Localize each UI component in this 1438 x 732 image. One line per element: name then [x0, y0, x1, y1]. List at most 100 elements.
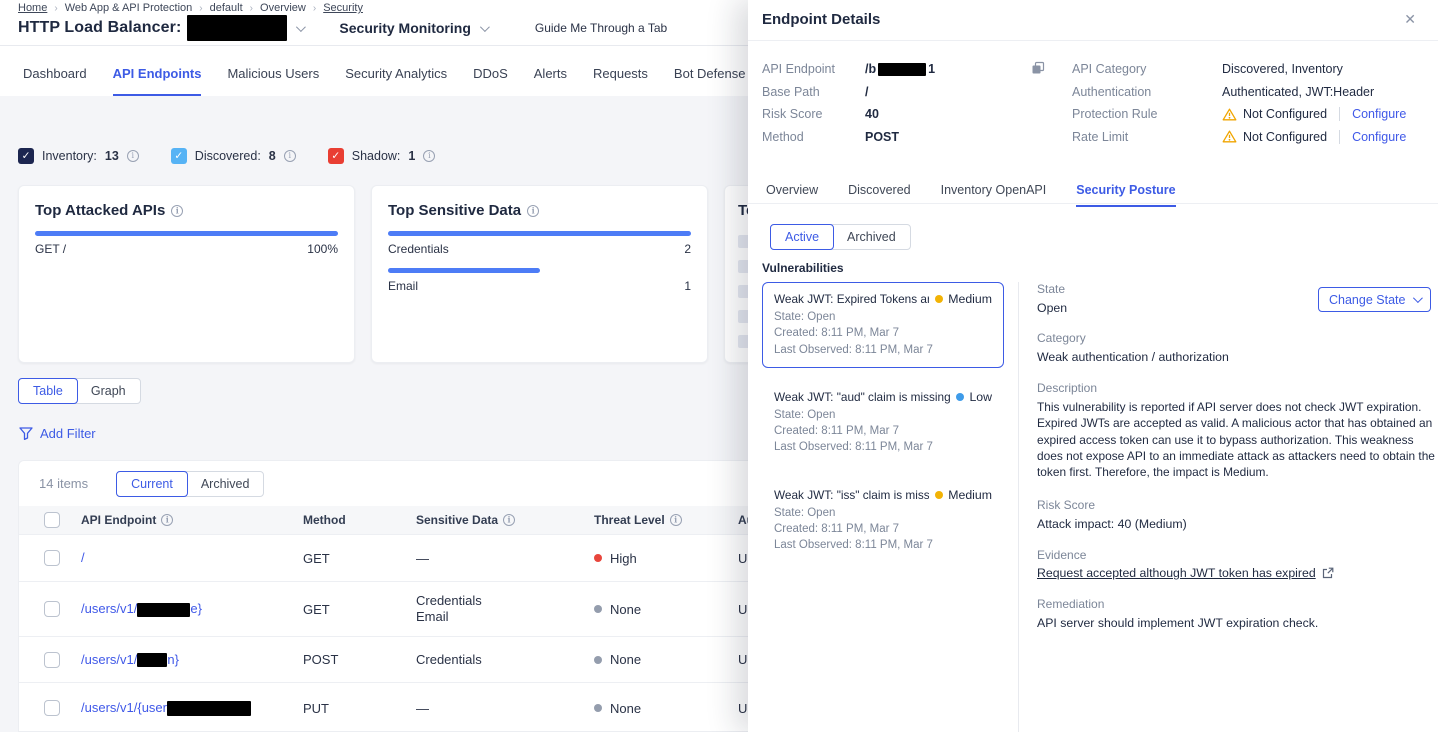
- tab-api-endpoints[interactable]: API Endpoints: [113, 66, 202, 96]
- items-count: 14 items: [39, 476, 88, 491]
- vulnerability-card[interactable]: Weak JWT: "aud" claim is missing ... Low…: [762, 380, 1004, 466]
- tab-malicious-users[interactable]: Malicious Users: [227, 66, 319, 96]
- bar-row: Email 1: [388, 268, 691, 293]
- breadcrumb-home[interactable]: Home: [18, 2, 47, 14]
- warning-icon: [1222, 130, 1237, 143]
- funnel-icon: [19, 427, 33, 440]
- row-checkbox[interactable]: [44, 601, 60, 617]
- info-icon[interactable]: [423, 150, 435, 162]
- configure-protection-rule-link[interactable]: Configure: [1352, 107, 1406, 121]
- info-icon[interactable]: [527, 205, 539, 217]
- endpoint-link[interactable]: /users/v1/e}: [81, 601, 202, 616]
- row-checkbox[interactable]: [44, 700, 60, 716]
- breadcrumb-overview[interactable]: Overview: [260, 2, 306, 14]
- severity-dot: [956, 393, 964, 401]
- configure-rate-limit-link[interactable]: Configure: [1352, 130, 1406, 144]
- change-state-button[interactable]: Change State: [1318, 287, 1431, 312]
- threat-label: High: [610, 551, 637, 566]
- threat-dot: [594, 656, 602, 664]
- tab-ddos[interactable]: DDoS: [473, 66, 508, 96]
- chevron-down-icon[interactable]: [296, 22, 306, 32]
- toggle-archived[interactable]: Archived: [187, 472, 264, 496]
- card-title: Top Sensitive Data: [388, 202, 521, 219]
- endpoint-link[interactable]: /users/v1/{user: [81, 700, 251, 715]
- toggle-archived[interactable]: Archived: [833, 225, 910, 249]
- method-label: Method: [762, 130, 865, 144]
- page-title: HTTP Load Balancer:: [18, 19, 181, 37]
- tab-dashboard[interactable]: Dashboard: [23, 66, 87, 96]
- vulnerability-last-observed: Last Observed: 8:11 PM, Mar 7: [774, 342, 992, 358]
- method-cell: POST: [303, 652, 416, 667]
- close-icon[interactable]: ✕: [1404, 11, 1416, 28]
- category-block: Category Weak authentication / authoriza…: [1037, 331, 1437, 365]
- col-threat-level: Threat Level: [594, 513, 665, 527]
- shadow-checkbox[interactable]: [328, 148, 344, 164]
- risk-score-label: Risk Score: [762, 107, 865, 121]
- sensitive-data-cell: Credentials: [416, 593, 482, 608]
- risk-score-block: Risk Score Attack impact: 40 (Medium): [1037, 498, 1437, 532]
- description-value: This vulnerability is reported if API se…: [1037, 399, 1435, 480]
- breadcrumb-security[interactable]: Security: [323, 2, 363, 14]
- info-icon[interactable]: [284, 150, 296, 162]
- top-sensitive-data-card: Top Sensitive Data Credentials 2 Email 1: [371, 185, 708, 363]
- view-toggle-graph[interactable]: Graph: [77, 379, 140, 403]
- tab-bot-defense[interactable]: Bot Defense: [674, 66, 746, 96]
- select-all-checkbox[interactable]: [44, 512, 60, 528]
- info-icon[interactable]: [161, 514, 173, 526]
- guide-me-button[interactable]: Guide Me Through a Tab: [535, 21, 667, 35]
- redacted-path-segment: [167, 701, 251, 716]
- filter-count: 8: [269, 149, 276, 163]
- vulnerability-title: Weak JWT: "aud" claim is missing ...: [774, 390, 950, 404]
- view-toggle-table[interactable]: Table: [18, 378, 78, 404]
- toggle-active[interactable]: Active: [770, 224, 834, 250]
- vulnerability-state: State: Open: [774, 407, 992, 423]
- evidence-link[interactable]: Request accepted although JWT token has …: [1037, 566, 1437, 580]
- vulnerability-card[interactable]: Weak JWT: Expired Tokens are Ac... Mediu…: [762, 282, 1004, 368]
- tab-alerts[interactable]: Alerts: [534, 66, 567, 96]
- row-checkbox[interactable]: [44, 550, 60, 566]
- vulnerability-last-observed: Last Observed: 8:11 PM, Mar 7: [774, 439, 992, 455]
- method-cell: GET: [303, 551, 416, 566]
- vulnerability-last-observed: Last Observed: 8:11 PM, Mar 7: [774, 537, 992, 553]
- filter-count: 13: [105, 149, 119, 163]
- category-label: Category: [1037, 331, 1437, 345]
- protection-rule-status: Not Configured: [1243, 107, 1327, 121]
- mode-selector[interactable]: Security Monitoring: [339, 20, 470, 36]
- vulnerability-title: Weak JWT: "iss" claim is missing (...: [774, 488, 929, 502]
- load-balancer-name-redacted[interactable]: [187, 15, 287, 41]
- base-path-label: Base Path: [762, 85, 865, 99]
- discovered-checkbox[interactable]: [171, 148, 187, 164]
- tab-security-analytics[interactable]: Security Analytics: [345, 66, 447, 96]
- endpoint-link[interactable]: /: [81, 550, 85, 565]
- filter-shadow[interactable]: Shadow: 1: [328, 148, 436, 164]
- description-block: Description This vulnerability is report…: [1037, 381, 1437, 480]
- breadcrumb-waap[interactable]: Web App & API Protection: [65, 2, 193, 14]
- authentication-label: Authentication: [1072, 85, 1222, 99]
- remediation-label: Remediation: [1037, 597, 1437, 611]
- toggle-current[interactable]: Current: [116, 471, 188, 497]
- row-checkbox[interactable]: [44, 652, 60, 668]
- chevron-down-icon[interactable]: [480, 22, 490, 32]
- copy-icon[interactable]: [1031, 61, 1045, 80]
- tab-requests[interactable]: Requests: [593, 66, 648, 96]
- info-icon[interactable]: [171, 205, 183, 217]
- info-icon[interactable]: [127, 150, 139, 162]
- breadcrumb-separator-icon: ›: [250, 3, 253, 14]
- info-icon[interactable]: [503, 514, 515, 526]
- filter-inventory[interactable]: Inventory: 13: [18, 148, 139, 164]
- vulnerability-title: Weak JWT: Expired Tokens are Ac...: [774, 292, 929, 306]
- add-filter-button[interactable]: Add Filter: [19, 426, 96, 441]
- filter-discovered[interactable]: Discovered: 8: [171, 148, 296, 164]
- risk-score-value: Attack impact: 40 (Medium): [1037, 516, 1437, 532]
- inventory-checkbox[interactable]: [18, 148, 34, 164]
- breadcrumb-default[interactable]: default: [210, 2, 243, 14]
- filter-count: 1: [408, 149, 415, 163]
- info-icon[interactable]: [670, 514, 682, 526]
- sensitive-data-cell: —: [416, 701, 594, 716]
- redacted-path-segment: [137, 653, 167, 667]
- endpoint-link[interactable]: /users/v1/n}: [81, 652, 179, 667]
- filter-label: Inventory:: [42, 149, 97, 163]
- title-row: HTTP Load Balancer: Security Monitoring …: [18, 15, 667, 41]
- api-category-value: Discovered, Inventory: [1222, 62, 1343, 76]
- vulnerability-card[interactable]: Weak JWT: "iss" claim is missing (... Me…: [762, 478, 1004, 564]
